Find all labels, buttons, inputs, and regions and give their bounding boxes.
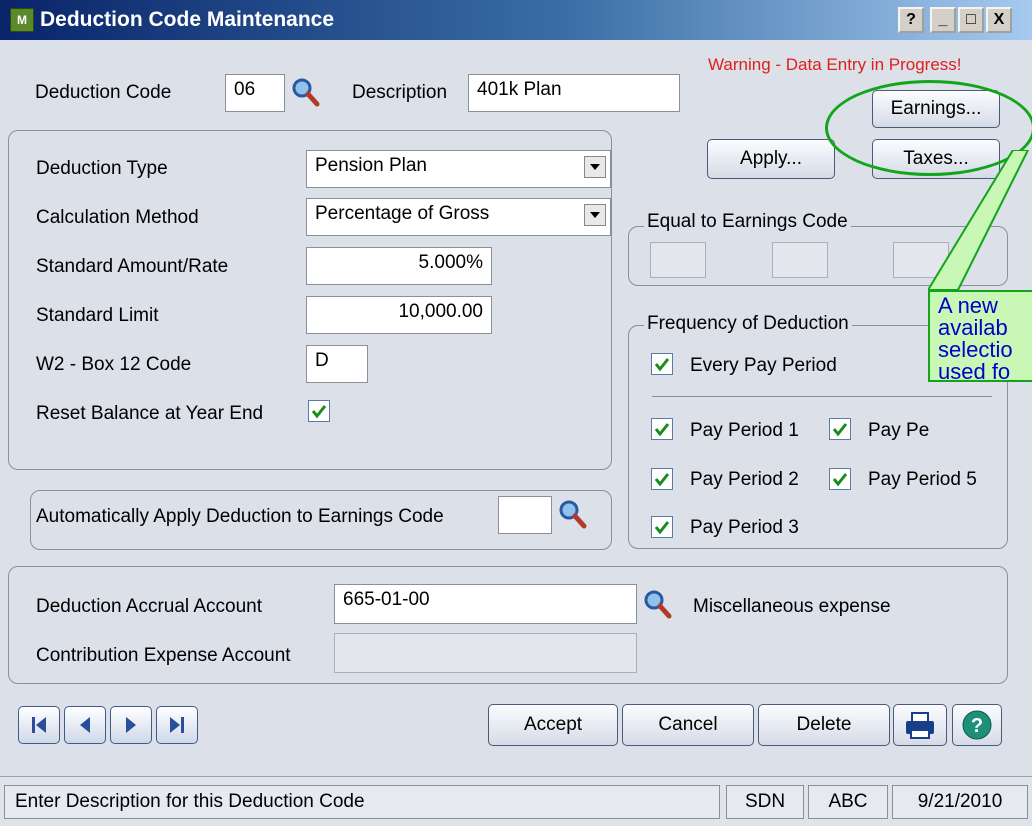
cancel-button[interactable]: Cancel	[622, 704, 754, 746]
accrual-account-input[interactable]: 665-01-00	[334, 584, 637, 624]
deduction-type-label: Deduction Type	[36, 158, 168, 179]
equal-earnings-title: Equal to Earnings Code	[644, 211, 851, 233]
annotation-callout: A new availab selectio used fo	[928, 290, 1032, 382]
help-icon: ?	[962, 710, 992, 740]
standard-limit-label: Standard Limit	[36, 305, 159, 326]
calculation-method-value: Percentage of Gross	[315, 203, 490, 224]
svg-text:?: ?	[971, 715, 983, 737]
w2-label: W2 - Box 12 Code	[36, 354, 192, 375]
last-record-icon	[170, 717, 184, 733]
pay-period-4-label: Pay Pe	[868, 420, 930, 441]
contribution-account-label: Contribution Expense Account	[36, 645, 291, 666]
pay-period-3-checkbox[interactable]	[651, 516, 673, 538]
pay-period-5-checkbox[interactable]	[829, 468, 851, 490]
check-icon	[654, 423, 670, 437]
pay-period-2-checkbox[interactable]	[651, 468, 673, 490]
previous-record-icon	[80, 717, 90, 733]
first-record-button[interactable]	[18, 706, 60, 744]
print-button[interactable]	[893, 704, 947, 746]
pay-period-1-label: Pay Period 1	[690, 420, 799, 441]
maximize-button[interactable]: □	[958, 7, 984, 33]
warning-text: Warning - Data Entry in Progress!	[708, 55, 962, 74]
check-icon	[832, 423, 848, 437]
accrual-account-description: Miscellaneous expense	[693, 596, 891, 617]
pay-period-3-label: Pay Period 3	[690, 517, 799, 538]
calculation-method-select[interactable]: Percentage of Gross	[306, 198, 611, 236]
minimize-button[interactable]: _	[930, 7, 956, 33]
help-button[interactable]: ?	[952, 704, 1002, 746]
deduction-type-select[interactable]: Pension Plan	[306, 150, 611, 188]
first-record-icon	[32, 717, 46, 733]
deduction-code-window: M Deduction Code Maintenance ? _ □ X Ded…	[0, 0, 1032, 826]
frequency-divider	[652, 396, 992, 397]
status-date: 9/21/2010	[892, 785, 1028, 819]
chevron-down-icon[interactable]	[584, 156, 606, 178]
every-pay-period-checkbox[interactable]	[651, 353, 673, 375]
deduction-type-value: Pension Plan	[315, 155, 427, 176]
check-icon	[654, 521, 670, 535]
accrual-account-label: Deduction Accrual Account	[36, 596, 263, 617]
equal-earnings-input-2[interactable]	[772, 242, 828, 278]
every-pay-period-label: Every Pay Period	[690, 355, 837, 376]
accept-button[interactable]: Accept	[488, 704, 618, 746]
deduction-code-label: Deduction Code	[35, 82, 172, 103]
auto-apply-label: Automatically Apply Deduction to Earning…	[36, 506, 444, 527]
pay-period-2-label: Pay Period 2	[690, 469, 799, 490]
description-label: Description	[352, 82, 448, 103]
callout-line-4: used fo	[938, 359, 1011, 382]
callout-line-2: availab	[938, 315, 1008, 340]
help-title-button[interactable]: ?	[898, 7, 924, 33]
status-user: SDN	[726, 785, 804, 819]
standard-amount-input[interactable]: 5.000%	[306, 247, 492, 285]
accrual-account-lookup-icon[interactable]	[642, 588, 672, 620]
apply-button[interactable]: Apply...	[707, 139, 835, 179]
check-icon	[311, 405, 327, 419]
equal-earnings-input-1[interactable]	[650, 242, 706, 278]
check-icon	[832, 473, 848, 487]
deduction-code-lookup-icon[interactable]	[290, 76, 320, 108]
contribution-account-input[interactable]	[334, 633, 637, 673]
w2-code-input[interactable]: D	[306, 345, 368, 383]
next-record-button[interactable]	[110, 706, 152, 744]
window-title: Deduction Code Maintenance	[40, 8, 335, 31]
printer-icon	[906, 712, 934, 739]
chevron-down-icon[interactable]	[584, 204, 606, 226]
pay-period-5-label: Pay Period 5	[868, 469, 977, 490]
last-record-button[interactable]	[156, 706, 198, 744]
delete-button[interactable]: Delete	[758, 704, 890, 746]
frequency-title: Frequency of Deduction	[644, 313, 852, 335]
standard-amount-label: Standard Amount/Rate	[36, 256, 229, 277]
annotation-pointer	[928, 150, 1030, 291]
status-message: Enter Description for this Deduction Cod…	[4, 785, 720, 819]
check-icon	[654, 358, 670, 372]
pay-period-4-checkbox[interactable]	[829, 418, 851, 440]
title-bar: M Deduction Code Maintenance ? _ □ X	[0, 0, 1032, 40]
auto-apply-earnings-input[interactable]	[498, 496, 552, 534]
next-record-icon	[126, 717, 136, 733]
callout-line-1: A new	[938, 293, 998, 318]
status-company: ABC	[808, 785, 888, 819]
pay-period-1-checkbox[interactable]	[651, 418, 673, 440]
standard-limit-input[interactable]: 10,000.00	[306, 296, 492, 334]
status-bar: Enter Description for this Deduction Cod…	[0, 776, 1032, 826]
close-button[interactable]: X	[986, 7, 1012, 33]
deduction-code-input[interactable]: 06	[225, 74, 285, 112]
description-input[interactable]: 401k Plan	[468, 74, 680, 112]
calculation-method-label: Calculation Method	[36, 207, 199, 228]
app-icon: M	[10, 8, 34, 32]
reset-balance-checkbox[interactable]	[308, 400, 330, 422]
callout-line-3: selectio	[938, 337, 1013, 362]
reset-balance-label: Reset Balance at Year End	[36, 403, 264, 424]
auto-apply-lookup-icon[interactable]	[557, 498, 587, 530]
previous-record-button[interactable]	[64, 706, 106, 744]
check-icon	[654, 473, 670, 487]
